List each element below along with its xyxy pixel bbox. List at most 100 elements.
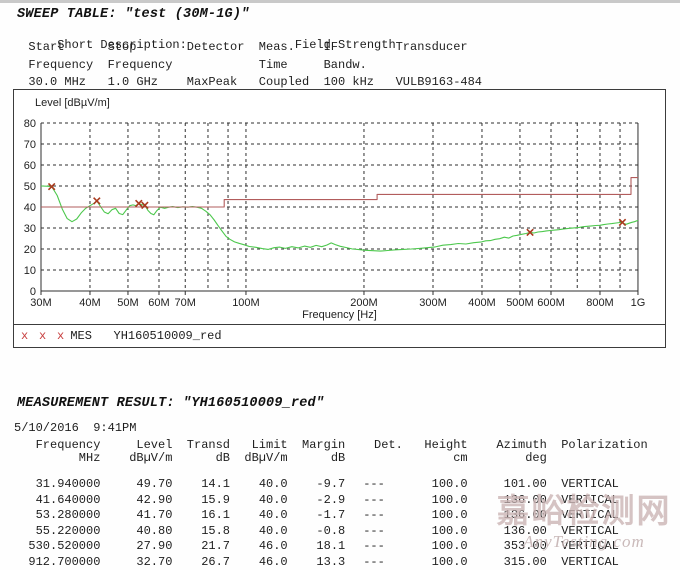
table-cell: 100.0 xyxy=(431,477,468,491)
emc-test-report-page: SWEEP TABLE: "test (30M-1G)" Short Descr… xyxy=(0,0,680,570)
svg-text:50: 50 xyxy=(24,181,36,193)
svg-text:1G: 1G xyxy=(631,297,646,309)
table-cell: 18.1 xyxy=(316,539,346,553)
svg-text:200M: 200M xyxy=(350,297,378,309)
table-cell: 136.00 xyxy=(503,508,547,522)
svg-text:100M: 100M xyxy=(232,297,260,309)
sweep-param-cell: Start xyxy=(28,40,65,54)
sweep-param-cell xyxy=(187,57,259,75)
chart-legend: x x x MES YH160510009_red xyxy=(13,324,666,348)
table-cell: --- xyxy=(363,492,385,507)
table-cell: 530.520000 xyxy=(28,539,101,553)
svg-text:Level [dBµV/m]: Level [dBµV/m] xyxy=(35,97,110,109)
table-cell: 27.90 xyxy=(136,539,173,553)
table-cell: 100.0 xyxy=(431,539,468,553)
table-cell: 40.0 xyxy=(258,492,288,507)
table-cell: 53.280000 xyxy=(35,508,101,522)
table-row: 912.700000 32.70 26.7 46.0 13.3 --- 100.0 315.0… xyxy=(14,555,648,570)
sweep-table-title: SWEEP TABLE: "test (30M-1G)" xyxy=(17,7,250,22)
svg-text:400M: 400M xyxy=(468,297,496,309)
table-cell: VERTICAL xyxy=(561,477,619,491)
table-cell: 49.70 xyxy=(136,477,173,491)
measurement-timestamp: 5/10/2016 9:41PM xyxy=(14,421,137,435)
table-row: MHz dBµV/m dB dBµV/m dB cm deg xyxy=(14,452,648,465)
table-cell: 100.0 xyxy=(431,554,468,569)
table-cell: VERTICAL xyxy=(561,539,619,553)
legend-marker-symbols: x x x xyxy=(21,329,67,343)
table-cell: -9.7 xyxy=(316,477,346,491)
legend-trace-type: MES xyxy=(70,329,92,343)
svg-text:50M: 50M xyxy=(117,297,138,309)
table-cell: -1.7 xyxy=(316,508,346,522)
table-cell: VERTICAL xyxy=(561,554,619,569)
table-cell: VERTICAL xyxy=(561,523,619,538)
sweep-param-cell: Meas. xyxy=(258,40,295,54)
table-cell: 14.1 xyxy=(201,477,231,491)
table-cell: Polarization xyxy=(561,438,648,452)
svg-text:20: 20 xyxy=(24,244,36,256)
table-cell: --- xyxy=(363,477,385,491)
svg-text:10: 10 xyxy=(24,265,36,277)
table-cell: dBµV/m xyxy=(244,451,288,465)
svg-text:30: 30 xyxy=(24,223,36,235)
table-cell: 40.80 xyxy=(136,523,173,538)
svg-text:70: 70 xyxy=(24,139,36,151)
table-cell: 40.0 xyxy=(258,477,288,491)
trace-MES YH160510009_red xyxy=(40,185,639,252)
svg-text:300M: 300M xyxy=(419,297,447,309)
table-cell: deg xyxy=(525,451,547,465)
svg-text:80: 80 xyxy=(24,118,36,130)
table-cell: cm xyxy=(453,451,468,465)
table-cell: MHz xyxy=(78,451,101,465)
table-cell: 15.9 xyxy=(201,492,231,507)
table-cell: 15.8 xyxy=(201,523,231,538)
table-cell: 42.90 xyxy=(136,492,173,507)
table-cell: 100.0 xyxy=(431,492,468,507)
sweep-param-cell: Stop xyxy=(107,40,137,54)
table-cell: VERTICAL xyxy=(561,508,619,522)
trace-Limit xyxy=(41,177,638,208)
table-cell: dBµV/m xyxy=(129,451,173,465)
top-divider xyxy=(0,0,680,3)
svg-text:500M: 500M xyxy=(506,297,534,309)
svg-text:800M: 800M xyxy=(586,297,614,309)
table-cell: --- xyxy=(363,523,385,538)
table-cell: -2.9 xyxy=(316,492,346,507)
table-cell: 912.700000 xyxy=(28,554,101,569)
table-cell: 315.00 xyxy=(503,554,547,569)
chart-canvas: 0102030405060708030M 40M 50M 60M 70M 100M 200M… xyxy=(24,97,646,321)
table-cell: Det. xyxy=(374,438,403,452)
sweep-param-cell: IF xyxy=(323,40,338,54)
table-cell: 46.0 xyxy=(258,539,288,553)
svg-text:600M: 600M xyxy=(537,297,565,309)
table-row: 53.280000 41.70 16.1 40.0 -1.7 --- 100.0 136.00… xyxy=(14,508,648,524)
sweep-param-cell: Time xyxy=(258,57,288,72)
svg-text:40M: 40M xyxy=(79,297,100,309)
table-row: 31.940000 49.70 14.1 40.0 -9.7 --- 100.0 101.00… xyxy=(14,477,648,493)
table-cell: --- xyxy=(363,508,385,522)
legend-trace-name: YH160510009_red xyxy=(113,329,222,343)
table-cell: 40.0 xyxy=(258,508,288,522)
svg-text:60M: 60M xyxy=(148,297,169,309)
table-cell: 13.3 xyxy=(316,554,346,569)
table-cell: 16.1 xyxy=(201,508,231,522)
svg-text:30M: 30M xyxy=(30,297,51,309)
table-cell: 40.0 xyxy=(258,523,288,538)
svg-text:40: 40 xyxy=(24,202,36,214)
sweep-param-cell: Detector xyxy=(186,40,245,54)
table-cell: 100.0 xyxy=(431,523,468,538)
table-cell: -0.8 xyxy=(316,523,346,538)
table-cell: 32.70 xyxy=(136,554,173,569)
sweep-param-cell: Bandw. xyxy=(323,57,367,72)
measurement-result-table: Frequency Level Transd Limit Margin Det. Heigh… xyxy=(14,439,648,570)
table-cell: 41.640000 xyxy=(35,492,101,507)
table-row: 55.220000 40.80 15.8 40.0 -0.8 --- 100.0 136.00… xyxy=(14,524,648,540)
table-cell: 21.7 xyxy=(201,539,231,553)
table-cell: 31.940000 xyxy=(35,477,101,491)
table-cell: --- xyxy=(363,554,385,569)
table-cell: 26.7 xyxy=(201,554,231,569)
sweep-parameters-table: Start Stop Detector Meas. IF Transducer Freque… xyxy=(14,39,482,92)
table-cell: 55.220000 xyxy=(35,523,101,538)
measurement-table-header: Frequency Level Transd Limit Margin Det. Heigh… xyxy=(14,439,648,465)
table-cell: 46.0 xyxy=(258,554,288,569)
